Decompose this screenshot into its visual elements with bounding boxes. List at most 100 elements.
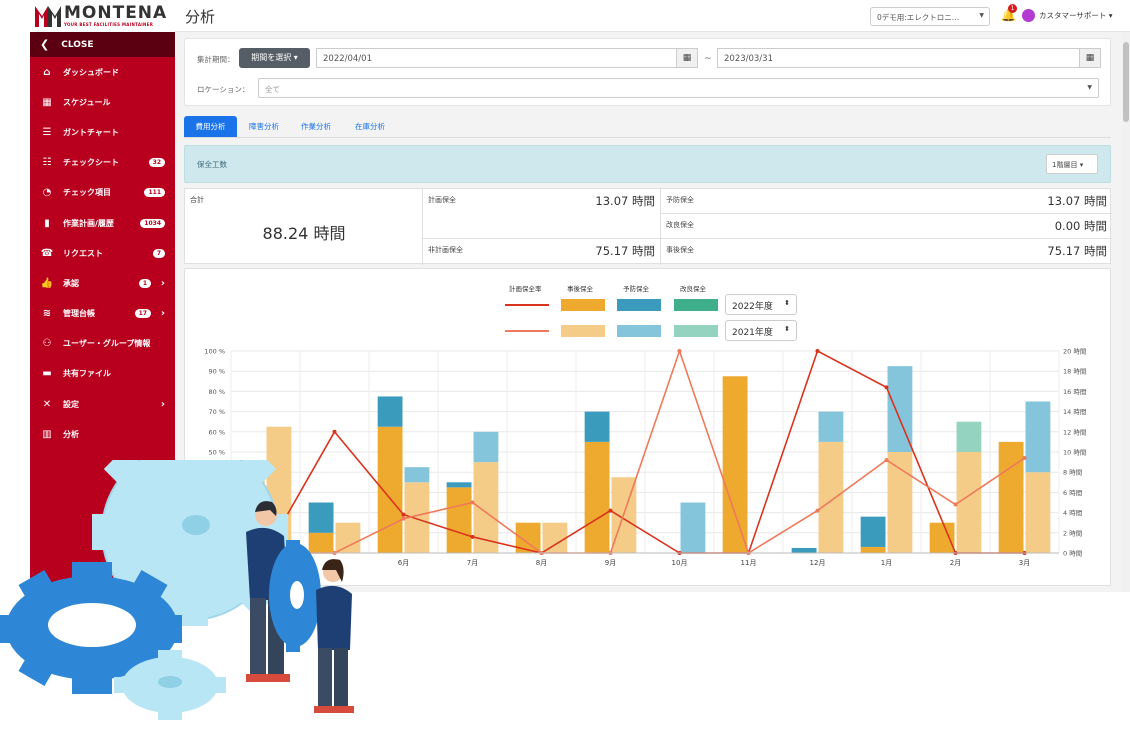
- user-avatar-icon[interactable]: [1022, 9, 1035, 22]
- sidebar-item-12[interactable]: ▥ 分析: [30, 419, 175, 449]
- sidebar-item-0[interactable]: ⌂ ダッシュボード: [30, 57, 175, 87]
- y-right-tick-label: 0 時間: [1063, 550, 1082, 558]
- users-icon: ⚇: [42, 338, 52, 350]
- x-tick-label: 1月: [881, 559, 892, 567]
- x-tick-label: 9月: [605, 559, 616, 567]
- legend-swatch-improvement-2021: [674, 325, 718, 337]
- tab-work-analysis[interactable]: 作業分析: [292, 116, 340, 137]
- filter-panel: 集計期間： 期間を選択 ▾ 2022/04/01 ▦ ~ 2023/03/31 …: [184, 38, 1111, 106]
- date-from-input[interactable]: 2022/04/01: [316, 48, 676, 68]
- sidebar-item-label: ユーザー・グループ情報: [63, 339, 151, 349]
- brand-logo[interactable]: MONTENA YOUR BEST FACILITIES MAINTAINER: [30, 0, 175, 32]
- bar-segment: [542, 522, 568, 553]
- count-badge: 1: [138, 278, 151, 288]
- sidebar-item-8[interactable]: ≋ 管理台帳 17 ›: [30, 299, 175, 329]
- y-left-tick-label: 50 %: [208, 449, 225, 457]
- gantt-icon: ☰: [42, 126, 52, 138]
- sidebar-item-label: チェックシート: [63, 158, 119, 168]
- sidebar-item-9[interactable]: ⚇ ユーザー・グループ情報: [30, 329, 175, 359]
- legend-swatch-improvement-2022: [674, 299, 718, 311]
- bar-segment: [404, 467, 430, 483]
- rate-point: [470, 500, 475, 505]
- updown-icon: ⬍: [784, 325, 790, 333]
- sidebar-item-11[interactable]: ✕ 設定 ›: [30, 389, 175, 419]
- summary-preventive-cell: 予防保全 13.07 時間: [661, 189, 1112, 214]
- y-right-tick-label: 10 時間: [1063, 449, 1086, 457]
- thumbs-up-icon: 👍: [40, 277, 54, 289]
- year-select-2022[interactable]: 2022年度 ⬍: [725, 294, 797, 315]
- calendar-icon[interactable]: ▦: [676, 48, 698, 68]
- bar-segment: [584, 411, 610, 442]
- section-header: 保全工数 1階層目 ▾: [184, 145, 1111, 183]
- rate-point: [815, 349, 820, 353]
- close-label: CLOSE: [61, 39, 94, 50]
- scrollbar-thumb[interactable]: [1123, 42, 1129, 122]
- period-button-label: 期間を選択: [251, 53, 292, 62]
- sidebar-item-label: リクエスト: [63, 248, 103, 258]
- sidebar-item-label: 承認: [63, 278, 79, 288]
- total-value: 88.24 時間: [262, 224, 346, 243]
- planned-label: 計画保全: [428, 196, 456, 204]
- y-left-tick-label: 80 %: [208, 388, 225, 396]
- sidebar-item-label: 分析: [63, 429, 79, 439]
- bar-segment: [956, 452, 982, 553]
- sidebar-item-4[interactable]: ◔ チェック項目 111: [30, 178, 175, 208]
- sidebar-item-5[interactable]: ▮ 作業計画/履歴 1034: [30, 208, 175, 238]
- y-left-tick-label: 90 %: [208, 368, 225, 376]
- period-label: 集計期間：: [197, 55, 235, 64]
- folder-icon: ▬: [42, 368, 52, 380]
- calendar-icon[interactable]: ▦: [1079, 48, 1101, 68]
- count-badge: 111: [144, 188, 165, 198]
- y-right-tick-label: 18 時間: [1063, 368, 1086, 376]
- hierarchy-level-select[interactable]: 1階層目 ▾: [1046, 154, 1098, 174]
- rate-point: [677, 349, 682, 353]
- year-select-2022-value: 2022年度: [732, 302, 773, 312]
- tab-failure-analysis[interactable]: 障害分析: [240, 116, 288, 137]
- sidebar-item-1[interactable]: ▦ スケジュール: [30, 87, 175, 117]
- location-select[interactable]: 全て ▼: [258, 78, 1099, 98]
- sidebar-item-label: チェック項目: [63, 188, 111, 198]
- legend-label-planned-rate: 計画保全率: [509, 285, 542, 293]
- sidebar-item-label: ガントチャート: [63, 127, 119, 137]
- sidebar-item-3[interactable]: ☷ チェックシート 32: [30, 148, 175, 178]
- unplanned-label: 非計画保全: [428, 246, 463, 254]
- summary-corrective-cell: 事後保全 75.17 時間: [661, 239, 1112, 265]
- y-left-tick-label: 100 %: [204, 348, 225, 356]
- montena-logo-icon: [35, 6, 61, 27]
- organization-select-value: 0デモ用:エレクトロニ…: [877, 13, 960, 22]
- section-title: 保全工数: [197, 160, 227, 169]
- sidebar-item-2[interactable]: ☰ ガントチャート: [30, 117, 175, 147]
- user-menu[interactable]: カスタマーサポート ▾: [1039, 10, 1113, 21]
- count-badge: 1034: [140, 218, 165, 228]
- x-tick-label: 6月: [398, 559, 409, 567]
- y-right-tick-label: 4 時間: [1063, 509, 1082, 517]
- chevron-right-icon: ›: [160, 398, 165, 410]
- count-badge: 17: [134, 309, 151, 319]
- chevron-down-icon: ▼: [979, 12, 984, 19]
- updown-icon: ⬍: [784, 299, 790, 307]
- page-scrollbar[interactable]: [1122, 32, 1130, 592]
- tab-inventory-analysis[interactable]: 在庫分析: [346, 116, 394, 137]
- bar-segment: [1025, 472, 1051, 553]
- x-tick-label: 11月: [741, 559, 757, 567]
- bar-chart-icon: ▥: [42, 428, 52, 440]
- year-select-2021-value: 2021年度: [732, 328, 773, 338]
- sidebar-item-10[interactable]: ▬ 共有ファイル: [30, 359, 175, 389]
- legend-swatch-rate-2021: [505, 330, 549, 332]
- x-tick-label: 10月: [672, 559, 688, 567]
- notification-badge: 1: [1008, 4, 1017, 13]
- sidebar-item-7[interactable]: 👍 承認 1 ›: [30, 268, 175, 298]
- chevron-down-icon: ▼: [1087, 84, 1092, 91]
- sidebar-item-label: 管理台帳: [63, 309, 95, 319]
- summary-unplanned-cell: 非計画保全 75.17 時間: [423, 239, 661, 265]
- organization-select[interactable]: 0デモ用:エレクトロニ… ▼: [870, 7, 990, 26]
- sidebar-close-button[interactable]: ❮ CLOSE: [30, 32, 175, 57]
- tab-cost-analysis[interactable]: 費用分析: [184, 116, 237, 137]
- year-select-2021[interactable]: 2021年度 ⬍: [725, 320, 797, 341]
- sidebar-item-6[interactable]: ☎ リクエスト 7: [30, 238, 175, 268]
- period-select-button[interactable]: 期間を選択 ▾: [239, 48, 310, 68]
- summary-total-cell: 合計 88.24 時間: [185, 189, 423, 265]
- legend-swatch-preventive-2021: [617, 325, 661, 337]
- date-to-input[interactable]: 2023/03/31: [717, 48, 1079, 68]
- rate-point: [884, 385, 889, 390]
